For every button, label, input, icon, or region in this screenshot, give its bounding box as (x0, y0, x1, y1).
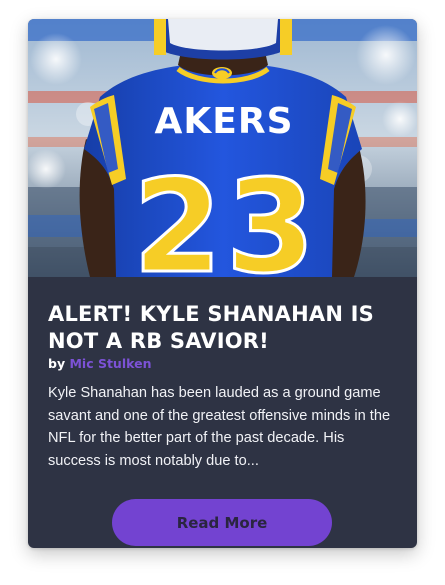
byline-prefix: by (48, 356, 66, 371)
article-hero-image: AKERS 23 (28, 19, 417, 277)
jersey-name: AKERS (155, 101, 294, 142)
jersey-number: 23 (133, 153, 319, 277)
article-excerpt: Kyle Shanahan has been lauded as a groun… (48, 385, 391, 469)
author-link[interactable]: Mic Stulken (69, 356, 151, 371)
article-body: ALERT! KYLE SHANAHAN IS NOT A RB SAVIOR!… (28, 277, 417, 548)
rams-horn-logo-icon (212, 67, 232, 79)
article-title[interactable]: ALERT! KYLE SHANAHAN IS NOT A RB SAVIOR! (48, 301, 398, 355)
article-byline: by Mic Stulken (48, 356, 151, 372)
article-card: AKERS 23 ALERT! KYLE SHANAHAN IS NOT A R… (28, 19, 417, 548)
read-more-button[interactable]: Read More (112, 499, 332, 546)
